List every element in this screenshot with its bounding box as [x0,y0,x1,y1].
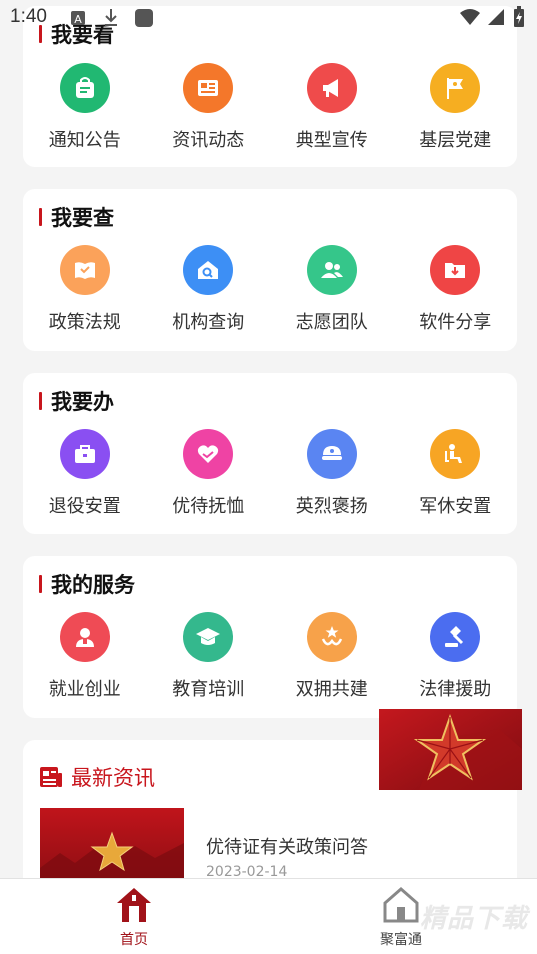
menu-label: 典型宣传 [295,130,368,151]
menu-label: 资讯动态 [172,130,245,151]
military-cap-icon [306,429,357,479]
menu-label: 教育培训 [172,679,245,700]
menu-item-preferential-care[interactable]: 优待抚恤 [147,429,271,518]
tab-jufutong[interactable]: 聚富通 [380,885,422,949]
news-icon [39,766,63,788]
graduation-cap-icon [183,612,234,662]
watermark-logo: 精品下载 [420,904,529,934]
menu-item-software-share[interactable]: 软件分享 [394,245,518,334]
menu-label: 通知公告 [48,130,121,151]
section-title: 我的服务 [39,569,135,599]
font-a-icon: A [70,10,86,30]
menu-item-retired-cadres[interactable]: 军休安置 [394,429,518,518]
menu-label: 军休安置 [419,496,492,517]
news-thumbnail[interactable] [40,808,184,888]
section-card-services: 我的服务 就业创业 教育培训 双拥共建 法律援助 [23,556,517,718]
menu-label: 基层党建 [419,130,492,151]
megaphone-icon [306,63,357,113]
download-folder-icon [430,245,481,295]
news-item-title[interactable]: 优待证有关政策问答 [206,833,368,859]
menu-label: 法律援助 [419,679,492,700]
floating-star-banner[interactable] [379,709,522,790]
menu-item-martyrs-honor[interactable]: 英烈褒扬 [270,429,394,518]
menu-item-legal-aid[interactable]: 法律援助 [394,612,518,701]
building-search-icon [183,245,234,295]
menu-item-institution[interactable]: 机构查询 [147,245,271,334]
worker-icon [59,612,110,662]
menu-label: 双拥共建 [295,679,368,700]
menu-label: 机构查询 [172,312,245,333]
menu-label: 英烈褒扬 [295,496,368,517]
status-bar: 1:40 A [0,0,537,34]
menu-label: 政策法规 [48,312,121,333]
star-emblem-icon [306,612,357,662]
menu-label: 退役安置 [48,496,121,517]
menu-label: 志愿团队 [295,312,368,333]
menu-item-volunteer[interactable]: 志愿团队 [270,245,394,334]
heart-hands-icon [183,429,234,479]
latest-news-title: 最新资讯 [39,762,155,792]
menu-item-employment[interactable]: 就业创业 [23,612,147,701]
menu-item-notice[interactable]: 通知公告 [23,63,147,152]
bag-icon [59,63,110,113]
notification-square-icon [134,8,154,32]
section-card-query: 我要查 政策法规 机构查询 志愿团队 软件分享 [23,189,517,351]
tab-label: 聚富通 [380,932,422,948]
menu-label: 优待抚恤 [172,496,245,517]
battery-icon [513,6,525,32]
signal-icon [487,8,505,30]
menu-item-retirement-placement[interactable]: 退役安置 [23,429,147,518]
menu-item-promotion[interactable]: 典型宣传 [270,63,394,152]
menu-item-news[interactable]: 资讯动态 [147,63,271,152]
section-title: 我要办 [39,386,114,416]
wifi-icon [459,8,481,30]
red-star-image [379,709,522,790]
menu-item-joint-support[interactable]: 双拥共建 [270,612,394,701]
svg-text:A: A [74,13,82,26]
newspaper-icon [183,63,234,113]
house-outline-icon [383,887,419,923]
flag-icon [430,63,481,113]
home-icon [117,888,151,922]
section-card-handle: 我要办 退役安置 优待抚恤 英烈褒扬 军休安置 [23,373,517,534]
menu-label: 就业创业 [48,679,121,700]
menu-label: 软件分享 [419,312,492,333]
menu-item-party-building[interactable]: 基层党建 [394,63,518,152]
briefcase-icon [59,429,110,479]
star-banner-image [40,831,184,888]
tab-label: 首页 [120,932,148,948]
download-icon [104,8,118,30]
menu-item-education[interactable]: 教育培训 [147,612,271,701]
status-time: 1:40 [10,6,47,27]
tab-home[interactable]: 首页 [114,885,154,949]
gavel-icon [430,612,481,662]
book-icon [59,245,110,295]
menu-item-policy[interactable]: 政策法规 [23,245,147,334]
section-title: 我要查 [39,202,114,232]
armchair-icon [430,429,481,479]
people-icon [306,245,357,295]
